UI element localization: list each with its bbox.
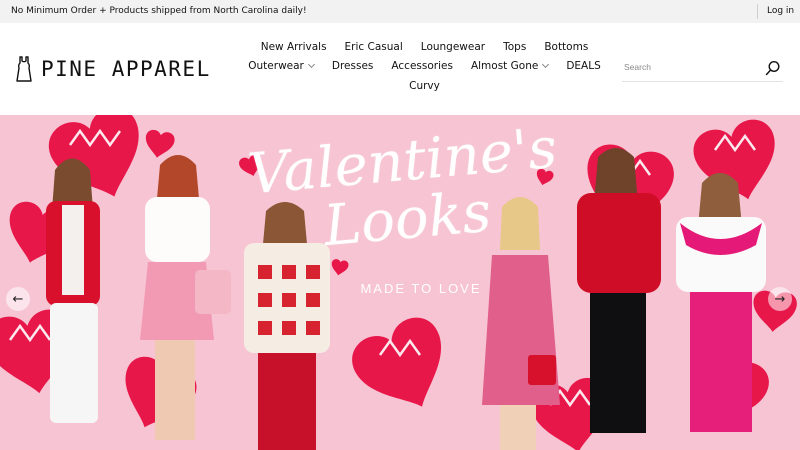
brand-logo[interactable]: PINE APPAREL — [15, 56, 211, 82]
main-nav: New Arrivals Eric Casual Loungewear Tops… — [248, 37, 600, 96]
nav-item-new-arrivals[interactable]: New Arrivals — [261, 41, 327, 53]
search-input[interactable] — [624, 62, 754, 72]
nav-item-deals[interactable]: DEALS — [566, 60, 600, 72]
nav-row-3: Curvy — [262, 76, 587, 96]
nav-item-dresses[interactable]: Dresses — [332, 60, 374, 72]
hero-banner[interactable]: Valentine's Looks MADE TO LOVE ← → — [0, 115, 800, 450]
search-box — [622, 58, 783, 82]
nav-item-almost-gone-label: Almost Gone — [470, 60, 539, 73]
site-header: PINE APPAREL New Arrivals Eric Casual Lo… — [0, 23, 800, 115]
dress-icon — [16, 56, 32, 82]
login-link[interactable]: Log in — [767, 6, 794, 16]
nav-item-tops[interactable]: Tops — [503, 41, 526, 53]
hero-subtitle: MADE TO LOVE — [360, 281, 482, 296]
nav-item-bottoms[interactable]: Bottoms — [544, 41, 588, 53]
chevron-down-icon — [542, 61, 550, 69]
arrow-left-icon: ← — [12, 291, 24, 307]
search-icon[interactable] — [765, 60, 781, 76]
nav-item-accessories[interactable]: Accessories — [391, 60, 453, 72]
nav-item-almost-gone[interactable]: Almost Gone — [470, 60, 550, 73]
topbar-divider — [757, 4, 758, 19]
nav-item-loungewear[interactable]: Loungewear — [421, 41, 485, 53]
brand-name: PINE APPAREL — [41, 57, 211, 81]
slider-next-button[interactable]: → — [768, 287, 792, 311]
nav-row-1: New Arrivals Eric Casual Loungewear Tops… — [261, 37, 589, 57]
announcement-bar: No Minimum Order + Products shipped from… — [0, 0, 800, 23]
nav-item-outerwear[interactable]: Outerwear — [248, 60, 315, 73]
nav-row-2: Outerwear Dresses Accessories Almost Gon… — [248, 57, 600, 77]
nav-item-outerwear-label: Outerwear — [248, 60, 304, 73]
arrow-right-icon: → — [774, 291, 786, 307]
announcement-text: No Minimum Order + Products shipped from… — [11, 6, 307, 16]
nav-item-eric-casual[interactable]: Eric Casual — [345, 41, 403, 53]
slider-prev-button[interactable]: ← — [6, 287, 30, 311]
nav-item-curvy[interactable]: Curvy — [409, 80, 440, 92]
chevron-down-icon — [307, 61, 315, 69]
